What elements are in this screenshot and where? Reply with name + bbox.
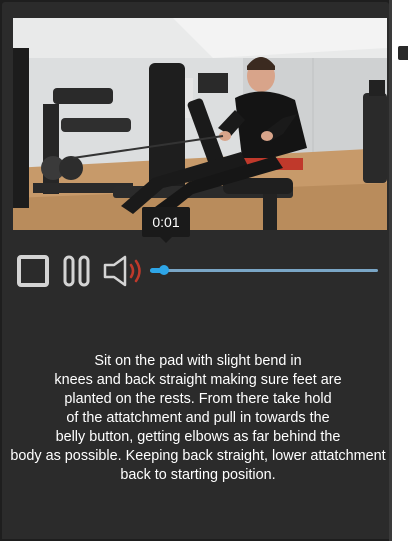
pause-icon <box>63 255 90 287</box>
player-controls <box>14 252 389 290</box>
volume-icon <box>103 255 141 287</box>
time-tooltip: 0:01 <box>142 207 190 237</box>
video-player[interactable] <box>13 18 387 230</box>
time-tooltip-arrow <box>160 237 172 243</box>
background-page-edge <box>392 0 408 541</box>
stop-button[interactable] <box>16 254 50 288</box>
video-frame <box>13 18 387 230</box>
description-line: Sit on the pad with slight bend in <box>94 353 302 369</box>
description-line: knees and back straight making sure feet… <box>54 372 342 388</box>
description-line: belly button, getting elbows as far behi… <box>55 429 341 445</box>
seek-handle[interactable] <box>158 265 169 275</box>
exercise-video-panel: 0:01 Sit on the pad with slight bend in … <box>2 2 389 539</box>
description-line: of the attatchment and pull in towards t… <box>66 410 330 426</box>
stop-icon <box>17 255 49 287</box>
exercise-description: Sit on the pad with slight bend in knees… <box>2 352 394 485</box>
seek-track <box>150 269 378 272</box>
description-line: back to starting position. <box>120 467 276 483</box>
background-page-tab <box>398 46 408 60</box>
seek-bar[interactable] <box>150 265 378 275</box>
volume-button[interactable] <box>102 254 146 288</box>
pause-button[interactable] <box>62 254 92 288</box>
description-line: body as possible. Keeping back straight,… <box>10 448 386 464</box>
description-line: planted on the rests. From there take ho… <box>64 391 332 407</box>
